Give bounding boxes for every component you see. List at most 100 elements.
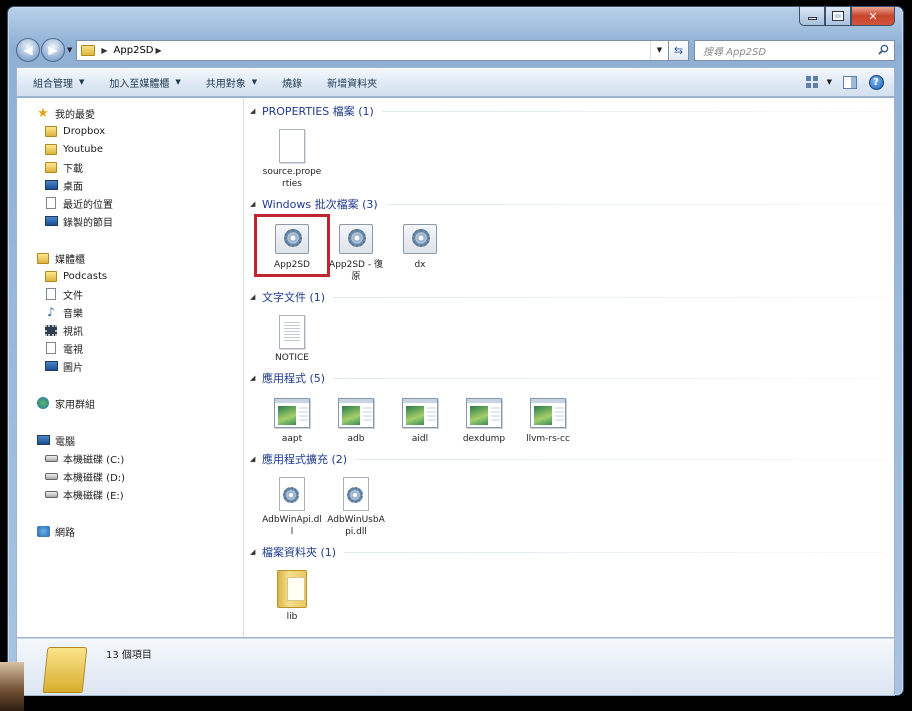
application-icon <box>338 398 374 428</box>
address-dropdown-button[interactable]: ▼ <box>650 40 668 60</box>
sidebar-item-podcasts[interactable]: Podcasts <box>17 267 243 285</box>
minimize-button[interactable] <box>799 7 825 26</box>
help-icon: ? <box>868 74 884 90</box>
breadcrumb-separator-icon[interactable]: ▶ <box>156 46 162 55</box>
file-item[interactable]: aapt <box>260 391 324 448</box>
file-item-selected[interactable]: App2SD <box>254 214 330 286</box>
collapse-triangle-icon: ◢ <box>250 107 256 115</box>
sidebar-item-music[interactable]: ♪ 音樂 <box>17 303 243 321</box>
downloads-folder-icon <box>45 161 57 173</box>
file-item[interactable]: NOTICE <box>260 310 324 367</box>
sidebar-item-label: 媒體櫃 <box>55 254 85 266</box>
group-title: 應用程式 (5) <box>262 372 326 385</box>
group-header[interactable]: ◢ Windows 批次檔案 (3) <box>250 195 886 213</box>
share-with-menu[interactable]: 共用對象 ▼ <box>206 75 257 90</box>
sidebar-item-recent-places[interactable]: 最近的位置 <box>17 194 243 212</box>
sidebar-item-homegroup[interactable]: 家用群組 <box>17 394 243 412</box>
refresh-button[interactable]: ⇆ <box>669 39 689 61</box>
chevron-down-icon: ▼ <box>79 78 85 86</box>
sidebar-item-label: 我的最愛 <box>55 109 95 121</box>
group-header[interactable]: ◢ PROPERTIES 檔案 (1) <box>250 102 886 120</box>
new-folder-button[interactable]: 新增資料夾 <box>327 75 377 90</box>
sidebar-item-label: 錄製的節目 <box>63 217 113 229</box>
sidebar-item-dropbox[interactable]: Dropbox <box>17 122 243 140</box>
group-items: App2SD App2SD - 復原 dx <box>250 214 886 286</box>
sidebar-item-drive-c[interactable]: 本機磁碟 (C:) <box>17 449 243 467</box>
group-header[interactable]: ◢ 文字文件 (1) <box>250 288 886 306</box>
sidebar-item-videos[interactable]: 視訊 <box>17 321 243 339</box>
file-name: App2SD <box>274 260 310 270</box>
recent-pages-dropdown[interactable]: ▼ <box>67 46 72 54</box>
address-bar[interactable]: ▶ App2SD ▶ ▼ <box>76 39 669 61</box>
change-view-button[interactable] <box>805 75 821 89</box>
sidebar-item-desktop[interactable]: 桌面 <box>17 176 243 194</box>
sidebar-item-network[interactable]: 網路 <box>17 522 243 540</box>
maximize-icon <box>832 11 844 21</box>
file-item[interactable]: adb <box>324 391 388 448</box>
file-item[interactable]: App2SD - 復原 <box>324 217 388 286</box>
sidebar-item-label: 電視 <box>63 344 83 356</box>
batch-gear-icon <box>275 224 309 254</box>
organize-menu[interactable]: 組合管理 ▼ <box>33 75 84 90</box>
view-dropdown-icon[interactable]: ▼ <box>827 78 832 86</box>
sidebar-item-drive-d[interactable]: 本機磁碟 (D:) <box>17 467 243 485</box>
file-item[interactable]: dx <box>388 217 452 286</box>
forward-button[interactable]: ▶ <box>41 38 65 62</box>
file-name: dx <box>414 260 426 270</box>
application-icon <box>274 398 310 428</box>
group-title: 檔案資料夾 (1) <box>262 546 337 559</box>
search-icon[interactable] <box>878 44 889 55</box>
navigation-pane: ★ 我的最愛 Dropbox Youtube 下載 桌面 最近的位置 錄製的節目 … <box>17 98 244 637</box>
view-options-icon <box>805 76 818 88</box>
sidebar-item-tv[interactable]: 電視 <box>17 339 243 357</box>
sidebar-item-drive-e[interactable]: 本機磁碟 (E:) <box>17 485 243 503</box>
libraries-icon <box>37 252 49 264</box>
add-to-library-label: 加入至媒體櫃 <box>109 78 170 90</box>
file-item[interactable]: source.properties <box>260 124 324 193</box>
back-button[interactable]: ◀ <box>16 38 40 62</box>
sidebar-item-label: 文件 <box>63 290 83 302</box>
sidebar-item-youtube[interactable]: Youtube <box>17 140 243 158</box>
dll-icon <box>279 477 305 511</box>
file-item[interactable]: lib <box>260 565 324 626</box>
avatar <box>0 662 24 711</box>
help-button[interactable]: ? <box>868 74 884 90</box>
file-item[interactable]: aidl <box>388 391 452 448</box>
sidebar-item-recorded-tv[interactable]: 錄製的節目 <box>17 212 243 230</box>
close-icon: ✕ <box>868 9 878 23</box>
group-header[interactable]: ◢ 應用程式 (5) <box>250 369 886 387</box>
group-items: source.properties <box>250 124 886 193</box>
sidebar-item-label: Youtube <box>63 143 103 155</box>
toolbar-right: ▼ ? <box>795 74 884 90</box>
caption-buttons: ✕ <box>799 7 895 26</box>
add-to-library-menu[interactable]: 加入至媒體櫃 ▼ <box>109 75 180 90</box>
sidebar-item-downloads[interactable]: 下載 <box>17 158 243 176</box>
tv-icon <box>46 342 56 354</box>
group-title: Windows 批次檔案 (3) <box>262 198 378 211</box>
search-input[interactable]: 搜尋 App2SD <box>694 39 895 61</box>
file-item[interactable]: AdbWinApi.dll <box>260 472 324 541</box>
item-count: 13 個項目 <box>106 650 152 661</box>
close-button[interactable]: ✕ <box>851 7 895 26</box>
music-note-icon: ♪ <box>47 305 55 319</box>
group-items: NOTICE <box>250 310 886 367</box>
sidebar-item-favorites[interactable]: ★ 我的最愛 <box>17 104 243 122</box>
maximize-button[interactable] <box>825 7 851 26</box>
sidebar-item-documents[interactable]: 文件 <box>17 285 243 303</box>
sidebar-item-computer[interactable]: 電腦 <box>17 431 243 449</box>
burn-button[interactable]: 燒錄 <box>282 75 302 90</box>
file-item[interactable]: AdbWinUsbApi.dll <box>324 472 388 541</box>
group-title: 應用程式擴充 (2) <box>262 453 348 466</box>
group-header[interactable]: ◢ 應用程式擴充 (2) <box>250 450 886 468</box>
file-item[interactable]: llvm-rs-cc <box>516 391 580 448</box>
preview-pane-button[interactable] <box>842 75 858 89</box>
sidebar-item-pictures[interactable]: 圖片 <box>17 357 243 375</box>
sidebar-item-libraries[interactable]: 媒體櫃 <box>17 249 243 267</box>
breadcrumb-app2sd[interactable]: App2SD <box>114 45 154 56</box>
star-icon: ★ <box>37 105 49 121</box>
file-name: source.properties <box>262 167 322 189</box>
sidebar-item-label: 本機磁碟 (E:) <box>63 490 124 502</box>
file-item[interactable]: dexdump <box>452 391 516 448</box>
group-header[interactable]: ◢ 檔案資料夾 (1) <box>250 543 886 561</box>
breadcrumb-separator-icon[interactable]: ▶ <box>101 46 107 55</box>
